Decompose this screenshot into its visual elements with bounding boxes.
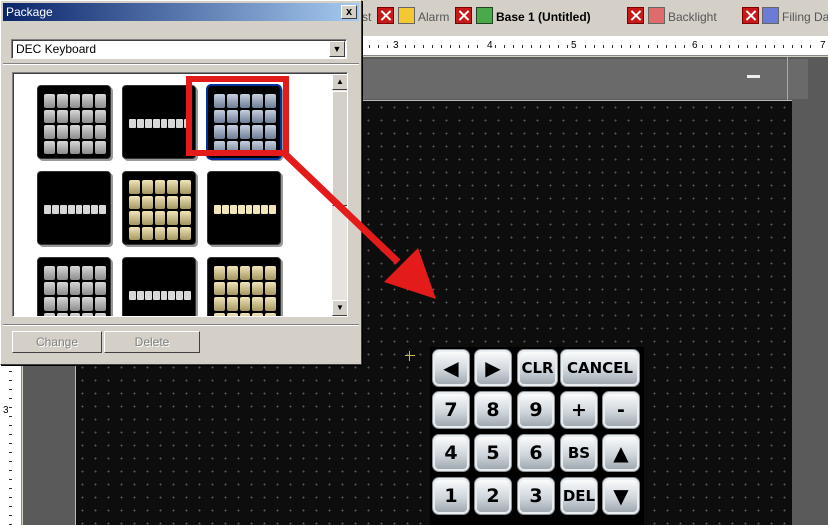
tab-close-icon[interactable] [627, 7, 644, 24]
key-label: CLR [521, 359, 554, 377]
tab-alarm[interactable]: Alarm [418, 10, 449, 24]
vertical-scrollbar[interactable]: ▲ ▼ [332, 74, 347, 316]
package-window: Package x DEC Keyboard ▼ ▲ ▼ Change Dele… [0, 0, 362, 365]
key-label: 4 [444, 442, 458, 464]
package-title-bar[interactable]: Package x [3, 3, 359, 21]
key-label: 3 [529, 485, 543, 507]
divider [3, 63, 359, 65]
screen-icon [476, 7, 493, 24]
scroll-up-icon[interactable]: ▲ [332, 74, 347, 90]
ruler-number: 3 [3, 405, 9, 416]
key-label: 7 [444, 399, 458, 421]
key-label: 9 [529, 399, 543, 421]
key-left-arrow[interactable]: ◀ [432, 349, 470, 387]
key-3[interactable]: 3 [517, 477, 555, 515]
key-label: - [617, 399, 625, 421]
key-label: BS [567, 444, 591, 462]
package-category-select[interactable]: DEC Keyboard ▼ [11, 39, 347, 59]
key-label: ▲ [613, 441, 629, 465]
package-thumbnail[interactable] [37, 257, 111, 316]
filing-data-icon [762, 7, 779, 24]
package-thumbnail[interactable] [122, 171, 196, 245]
tab-close-icon[interactable] [455, 7, 472, 24]
package-title: Package [6, 5, 53, 19]
tab-base-1[interactable]: Base 1 (Untitled) [496, 10, 591, 24]
key-label: 5 [486, 442, 500, 464]
package-category-value: DEC Keyboard [16, 42, 97, 56]
keypad-part[interactable]: ◀ ▶ CLR CANCEL 7 8 9 + - 4 5 6 BS ▲ 1 2 … [430, 347, 644, 525]
package-thumbnail[interactable] [37, 171, 111, 245]
key-plus[interactable]: + [560, 391, 598, 429]
tab-close-icon[interactable] [377, 7, 394, 24]
tab-close-icon[interactable] [742, 7, 759, 24]
ruler-number: 3 [392, 40, 400, 51]
key-label: 2 [486, 485, 500, 507]
package-thumbnail[interactable] [37, 85, 111, 159]
tab-filing-data[interactable]: Filing Da [782, 10, 828, 24]
package-thumbnail[interactable] [207, 257, 281, 316]
ruler-number: 5 [570, 40, 578, 51]
key-8[interactable]: 8 [474, 391, 512, 429]
key-label: 1 [444, 485, 458, 507]
crosshair-cursor-icon [405, 351, 415, 361]
scroll-down-icon[interactable]: ▼ [332, 300, 347, 316]
backlight-icon [648, 7, 665, 24]
key-right-arrow[interactable]: ▶ [474, 349, 512, 387]
package-thumbnail-list[interactable]: ▲ ▼ [12, 72, 348, 317]
key-down-arrow[interactable]: ▼ [602, 477, 640, 515]
key-5[interactable]: 5 [474, 434, 512, 472]
key-2[interactable]: 2 [474, 477, 512, 515]
ruler-number: 4 [486, 40, 494, 51]
alarm-icon [398, 7, 415, 24]
editor-window: { "tabs": [ {"label": "st", "active": fa… [0, 0, 828, 525]
key-del[interactable]: DEL [560, 477, 598, 515]
key-label: + [571, 399, 587, 421]
key-label: DEL [562, 487, 596, 505]
delete-button[interactable]: Delete [104, 331, 200, 353]
key-1[interactable]: 1 [432, 477, 470, 515]
key-clr[interactable]: CLR [517, 349, 558, 387]
key-4[interactable]: 4 [432, 434, 470, 472]
close-icon[interactable]: x [341, 5, 357, 19]
horizontal-ruler: 3 4 5 6 7 [360, 36, 828, 56]
key-label: ▶ [485, 356, 501, 380]
package-thumbnail[interactable] [122, 257, 196, 316]
key-label: ▼ [613, 484, 629, 508]
key-cancel[interactable]: CANCEL [560, 349, 640, 387]
key-label: 6 [529, 442, 543, 464]
key-9[interactable]: 9 [517, 391, 555, 429]
change-button[interactable]: Change [12, 331, 102, 353]
screen-marker [747, 75, 760, 78]
tab-backlight[interactable]: Backlight [668, 10, 717, 24]
ruler-number: 7 [819, 40, 827, 51]
tab-label[interactable]: st [362, 10, 371, 24]
key-bs[interactable]: BS [560, 434, 598, 472]
key-6[interactable]: 6 [517, 434, 555, 472]
ruler-number: 6 [691, 40, 699, 51]
scrollbar-thumb[interactable] [332, 91, 347, 206]
package-thumbnail[interactable] [122, 85, 196, 159]
divider [3, 324, 359, 326]
key-label: CANCEL [567, 359, 633, 377]
package-thumbnail[interactable] [207, 171, 281, 245]
key-label: 8 [486, 399, 500, 421]
key-up-arrow[interactable]: ▲ [602, 434, 640, 472]
chevron-down-icon[interactable]: ▼ [329, 41, 345, 57]
key-minus[interactable]: - [602, 391, 640, 429]
key-label: ◀ [443, 356, 459, 380]
key-7[interactable]: 7 [432, 391, 470, 429]
selection-highlight-box [186, 76, 289, 156]
